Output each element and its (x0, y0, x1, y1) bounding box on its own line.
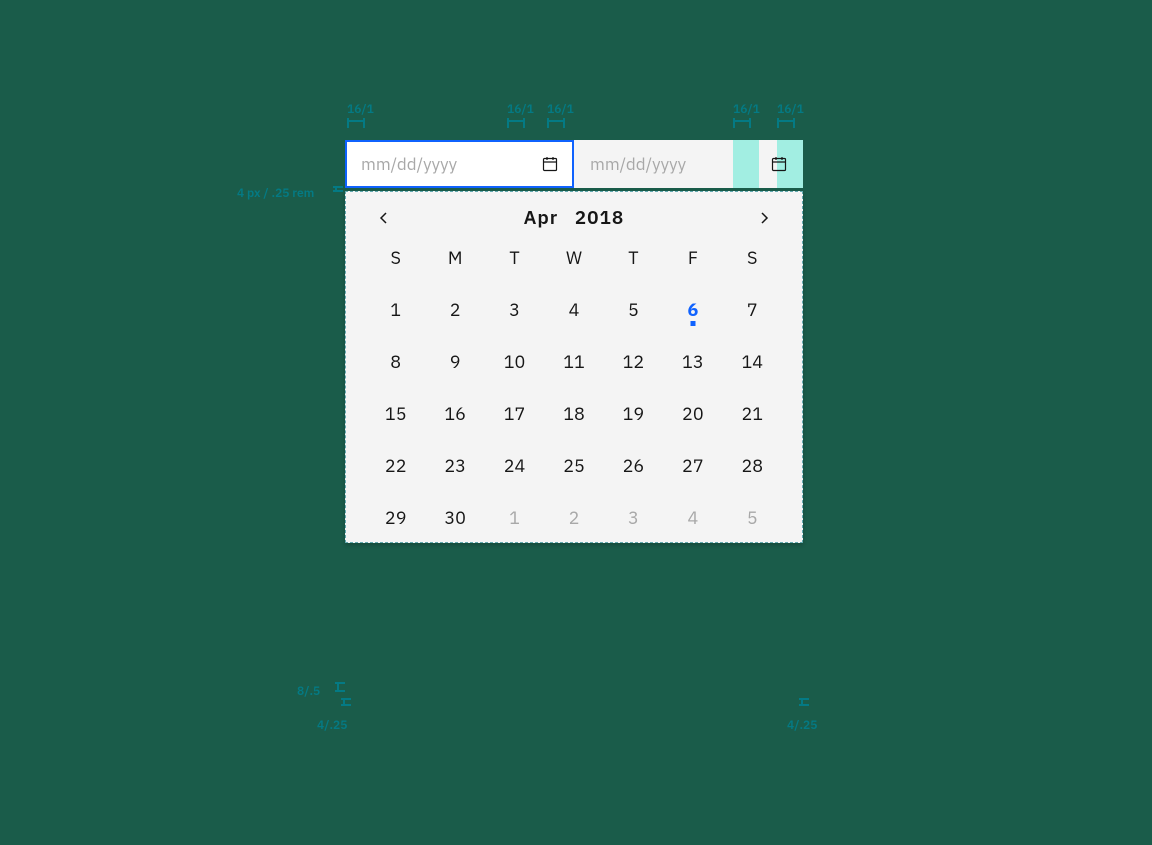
calendar-day[interactable]: 27 (663, 450, 722, 480)
calendar-day[interactable]: 23 (425, 450, 484, 480)
calendar-day[interactable]: 29 (366, 502, 425, 532)
spec-bracket (547, 120, 565, 128)
calendar-day[interactable]: 6 (663, 294, 722, 324)
calendar-icon[interactable] (763, 148, 795, 180)
calendar-day[interactable]: 7 (723, 294, 782, 324)
calendar-day[interactable]: 3 (604, 502, 663, 532)
spec-bracket (801, 698, 809, 706)
calendar-panel: Apr 2018 SMTWTFS123456789101112131415161… (345, 191, 803, 543)
calendar-day[interactable]: 5 (723, 502, 782, 532)
calendar-day[interactable]: 10 (485, 346, 544, 376)
calendar-day[interactable]: 22 (366, 450, 425, 480)
calendar-day[interactable]: 12 (604, 346, 663, 376)
spec-bracket (507, 120, 525, 128)
day-of-week-header: S (723, 242, 782, 272)
calendar-day[interactable]: 16 (425, 398, 484, 428)
calendar-day[interactable]: 4 (663, 502, 722, 532)
calendar-day[interactable]: 21 (723, 398, 782, 428)
calendar-icon[interactable] (534, 148, 566, 180)
calendar-day[interactable]: 20 (663, 398, 722, 428)
spec-label-16-1-c: 16/1 (547, 102, 574, 117)
prev-month-button[interactable] (372, 206, 396, 230)
month-label: Apr (524, 206, 559, 230)
spec-label-4-25-r: 4/.25 (787, 718, 817, 733)
calendar-day[interactable]: 26 (604, 450, 663, 480)
calendar-day[interactable]: 14 (723, 346, 782, 376)
day-of-week-header: T (604, 242, 663, 272)
calendar-day[interactable]: 2 (544, 502, 603, 532)
start-date-input[interactable]: mm/dd/yyyy (345, 140, 574, 188)
spec-label-16-1-d: 16/1 (733, 102, 760, 117)
calendar-day[interactable]: 15 (366, 398, 425, 428)
day-of-week-header: F (663, 242, 722, 272)
calendar-day[interactable]: 24 (485, 450, 544, 480)
calendar-day[interactable]: 5 (604, 294, 663, 324)
day-of-week-header: T (485, 242, 544, 272)
spec-label-16-1-e: 16/1 (777, 102, 804, 117)
day-of-week-header: S (366, 242, 425, 272)
end-date-placeholder: mm/dd/yyyy (590, 153, 763, 175)
spec-label-4px: 4 px / .25 rem (237, 186, 314, 201)
calendar-day[interactable]: 25 (544, 450, 603, 480)
calendar-day[interactable]: 9 (425, 346, 484, 376)
spec-label-4-25-l: 4/.25 (317, 718, 347, 733)
calendar-day[interactable]: 18 (544, 398, 603, 428)
next-month-button[interactable] (752, 206, 776, 230)
calendar-day[interactable]: 13 (663, 346, 722, 376)
calendar-day[interactable]: 17 (485, 398, 544, 428)
day-of-week-header: W (544, 242, 603, 272)
calendar-day[interactable]: 28 (723, 450, 782, 480)
calendar-day[interactable]: 2 (425, 294, 484, 324)
calendar-day[interactable]: 1 (485, 502, 544, 532)
spec-bracket (733, 120, 751, 128)
start-date-placeholder: mm/dd/yyyy (361, 153, 534, 175)
spec-bracket (777, 120, 795, 128)
end-date-input[interactable]: mm/dd/yyyy (574, 140, 803, 188)
calendar-day[interactable]: 3 (485, 294, 544, 324)
date-range-inputs: mm/dd/yyyy mm/dd/yyyy (345, 140, 803, 188)
spec-bracket (335, 186, 343, 192)
month-year-label: Apr 2018 (524, 206, 625, 230)
spec-bracket (337, 682, 345, 692)
calendar-day[interactable]: 1 (366, 294, 425, 324)
calendar-day[interactable]: 30 (425, 502, 484, 532)
calendar-grid: SMTWTFS123456789101112131415161718192021… (352, 238, 796, 532)
calendar-day[interactable]: 8 (366, 346, 425, 376)
day-of-week-header: M (425, 242, 484, 272)
calendar-day[interactable]: 19 (604, 398, 663, 428)
spec-bracket (347, 120, 365, 128)
calendar-day[interactable]: 11 (544, 346, 603, 376)
calendar-day[interactable]: 4 (544, 294, 603, 324)
spec-label-16-1-a: 16/1 (347, 102, 374, 117)
spec-label-16-1-b: 16/1 (507, 102, 534, 117)
year-label: 2018 (575, 206, 625, 230)
calendar-header: Apr 2018 (352, 198, 796, 238)
spec-bracket (343, 698, 351, 706)
spec-label-8-5: 8/.5 (297, 684, 320, 699)
